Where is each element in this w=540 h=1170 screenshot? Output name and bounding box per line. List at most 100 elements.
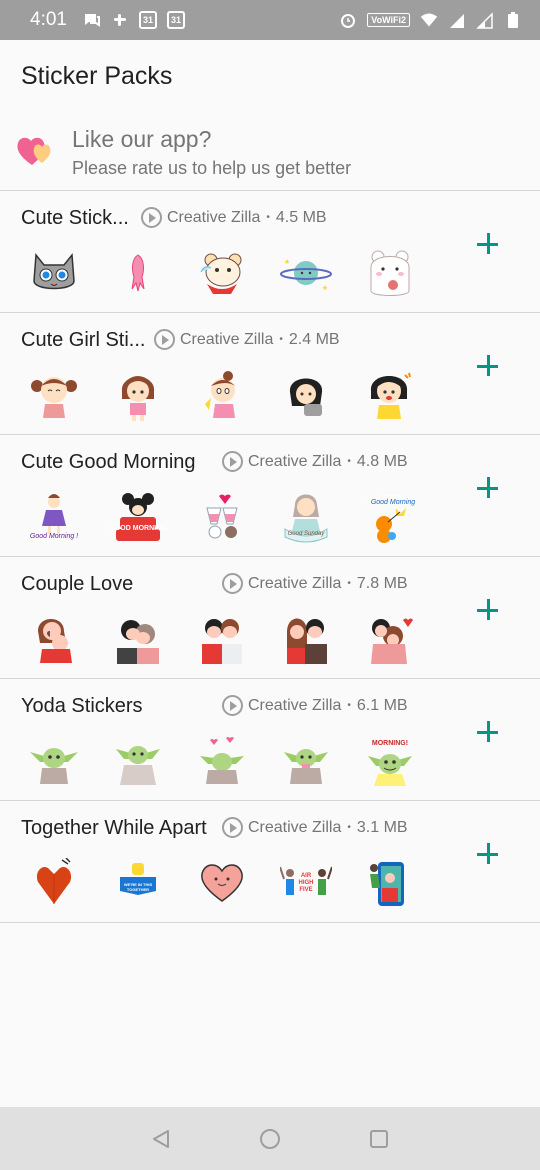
pack-publisher: Creative Zilla (167, 208, 261, 226)
pack-size: 6.1 MB (356, 696, 408, 714)
yoda-hearts-sticker (194, 733, 250, 789)
pack-publisher: Creative Zilla (248, 696, 342, 714)
pack-name: Cute Stick... (21, 207, 129, 229)
pink-squid-sticker (110, 245, 166, 301)
signal-icon (476, 11, 494, 29)
good-morning-mouse-sticker: GOOD MORNING (109, 489, 167, 545)
pack-meta: Creative Zilla • 7.8 MB (222, 573, 408, 594)
home-icon[interactable] (258, 1127, 282, 1151)
pack-publisher: Creative Zilla (248, 452, 342, 470)
couple-smile-sticker (278, 611, 334, 667)
pack-publisher: Creative Zilla (248, 574, 342, 592)
pack-meta: Creative Zilla • 4.5 MB (141, 207, 327, 228)
sticker-text: Good Morning ! (29, 532, 79, 540)
pack-name: Cute Girl Sti... (21, 329, 146, 351)
sticker-pack-row[interactable]: Together While Apart Creative Zilla • 3.… (0, 801, 540, 923)
pack-meta: Creative Zilla • 3.1 MB (222, 817, 408, 838)
we-are-in-this-sticker: WE'RE IN THIS TOGETHER (110, 855, 166, 911)
pack-name: Together While Apart (21, 817, 207, 839)
cat-face-sticker (26, 245, 82, 301)
drinks-cheers-sticker (194, 489, 250, 545)
sticker-pack-row[interactable]: Cute Girl Sti... Creative Zilla • 2.4 MB (0, 313, 540, 435)
good-morning-bear-sticker: Good Morning (362, 489, 418, 545)
add-pack-button[interactable] (475, 719, 501, 745)
pack-size: 2.4 MB (288, 330, 340, 348)
status-time: 4:01 (30, 9, 67, 30)
air-high-five-sticker: AIR HIGH FIVE (278, 855, 334, 911)
sticker-text: WE'RE IN THIS TOGETHER (123, 882, 153, 892)
planet-sticker (278, 245, 334, 301)
sticker-pack-row[interactable]: Yoda Stickers Creative Zilla • 6.1 MB MO… (0, 679, 540, 801)
sticker-pack-row[interactable]: Couple Love Creative Zilla • 7.8 MB (0, 557, 540, 679)
recents-icon[interactable] (367, 1127, 391, 1151)
hearts-icon (15, 132, 57, 168)
good-morning-couple-sticker: Good Sunday (278, 489, 334, 545)
wifi-icon (420, 11, 438, 29)
laughing-girl-sticker (26, 367, 82, 423)
pack-meta: Creative Zilla • 2.4 MB (154, 329, 340, 350)
pack-name: Cute Good Morning (21, 451, 196, 473)
pack-meta: Creative Zilla • 4.8 MB (222, 451, 408, 472)
yoda-sticker (26, 733, 82, 789)
alarm-icon (339, 11, 357, 29)
play-icon (222, 451, 243, 472)
add-pack-button[interactable] (475, 597, 501, 623)
signal-icon (448, 11, 466, 29)
pack-size: 3.1 MB (356, 818, 408, 836)
rate-app-row[interactable]: Like our app? Please rate us to help us … (0, 116, 540, 191)
status-bar: 4:01 31 31 VoWiFi2 (0, 0, 540, 40)
video-call-sticker (362, 855, 418, 911)
yoda-morning-sticker: MORNING! (362, 733, 418, 789)
play-icon (141, 207, 162, 228)
add-pack-button[interactable] (475, 231, 501, 257)
brown-hair-girl-sticker (110, 367, 166, 423)
play-icon (154, 329, 175, 350)
rate-subtitle: Please rate us to help us get better (72, 158, 352, 178)
excited-girl-sticker (362, 367, 418, 423)
pack-publisher: Creative Zilla (248, 818, 342, 836)
chat-icon (83, 11, 101, 29)
yoda-sipping-sticker (278, 733, 334, 789)
sticker-text: Good Sunday (287, 531, 325, 537)
pack-size: 4.5 MB (275, 208, 327, 226)
add-pack-button[interactable] (475, 475, 501, 501)
calendar-icon: 31 (138, 11, 157, 29)
sticker-text: AIR HIGH FIVE (298, 872, 314, 893)
thinking-girl-sticker (194, 367, 250, 423)
smiling-heart-sticker (194, 855, 250, 911)
couple-cheek-sticker (194, 611, 250, 667)
sticker-text: MORNING! (371, 739, 409, 747)
page-title: Sticker Packs (21, 62, 173, 90)
calendar-icon: 31 (166, 11, 185, 29)
pack-name: Yoda Stickers (21, 695, 143, 717)
bear-head-sticker (194, 245, 250, 301)
rate-title: Like our app? (72, 126, 212, 152)
pack-size: 7.8 MB (356, 574, 408, 592)
slack-icon (111, 11, 129, 29)
bear-eating-sticker (362, 245, 418, 301)
play-icon (222, 573, 243, 594)
play-icon (222, 695, 243, 716)
back-icon[interactable] (149, 1127, 173, 1151)
sticker-pack-row[interactable]: Cute Good Morning Creative Zilla • 4.8 M… (0, 435, 540, 557)
navigation-bar (0, 1107, 540, 1170)
pack-meta: Creative Zilla • 6.1 MB (222, 695, 408, 716)
pack-name: Couple Love (21, 573, 134, 595)
pack-publisher: Creative Zilla (180, 330, 274, 348)
sticker-pack-row[interactable]: Cute Stick... Creative Zilla • 4.5 MB (0, 191, 540, 313)
good-morning-girl-sticker: Good Morning ! (26, 489, 82, 545)
battery-icon (504, 11, 522, 29)
couple-hug-sticker (26, 611, 82, 667)
add-pack-button[interactable] (475, 841, 501, 867)
pack-size: 4.8 MB (356, 452, 408, 470)
divider (0, 922, 540, 923)
sticker-text: GOOD MORNING (109, 524, 167, 532)
sticker-text: Good Morning (370, 498, 416, 506)
paper-heart-sticker (26, 855, 82, 911)
vowifi-badge: VoWiFi2 (367, 13, 410, 27)
couple-kiss-sticker (110, 611, 166, 667)
couple-heart-sticker (362, 611, 418, 667)
add-pack-button[interactable] (475, 353, 501, 379)
crying-girl-sticker (278, 367, 334, 423)
yoda-robe-sticker (110, 733, 166, 789)
